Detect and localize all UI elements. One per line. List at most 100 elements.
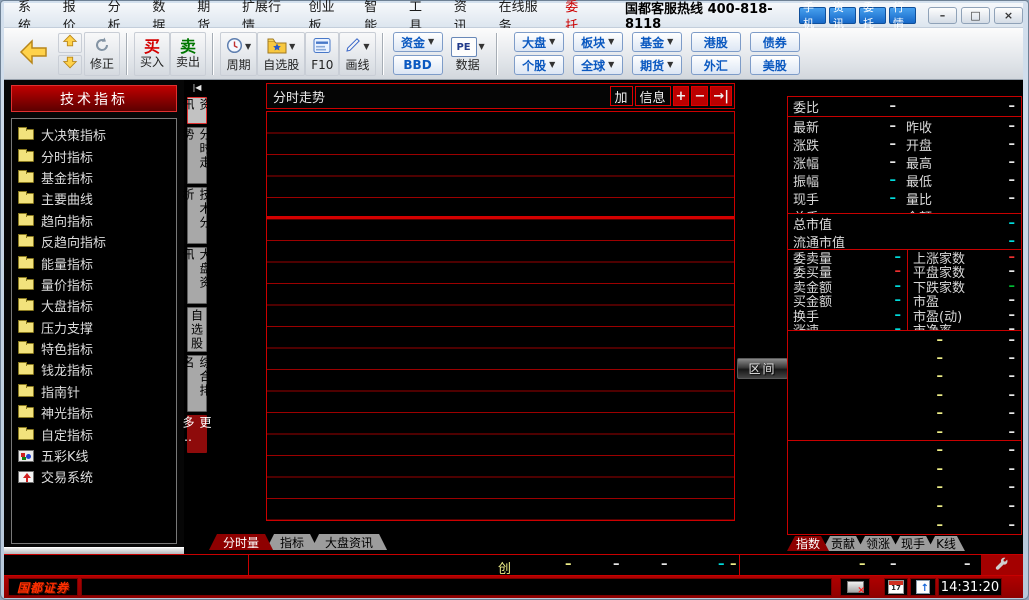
list-item[interactable]: 指南针 [18,381,176,402]
market-bankuai-button[interactable]: 板块▼ [573,32,623,52]
range-button[interactable]: 区间 [737,358,788,379]
pe-icon: PE [451,37,477,57]
calendar-button[interactable]: 17 [884,578,908,596]
back-button[interactable] [12,32,56,76]
period-button[interactable]: ▼ 周期 [220,32,257,76]
market-global-button[interactable]: 全球▼ [573,55,623,75]
correct-button[interactable]: 修正 [84,32,120,76]
add-indicator-button[interactable]: 加 [610,86,633,106]
zoom-in-button[interactable]: + [673,86,690,106]
quote-index-section: –– –– –– –– –– [787,440,1022,535]
chart-bottom-tabs: 分时量 指标 大盘资讯 [209,534,380,550]
back-arrow-icon [17,37,51,71]
list-item[interactable]: 特色指标 [18,338,176,359]
rtab-index[interactable]: 指数 [787,536,829,551]
go-end-button[interactable]: →| [710,86,732,106]
list-item[interactable]: 趋向指标 [18,210,176,231]
quick-quotes-button[interactable]: 行情 [889,7,916,24]
zoom-out-button[interactable]: − [691,86,708,106]
list-item[interactable]: 压力支撑 [18,317,176,338]
draw-line-button[interactable]: ▼ 画线 [339,32,375,76]
buy-button[interactable]: 买 买入 [134,32,170,76]
list-item[interactable]: 钱龙指标 [18,359,176,380]
quick-mobile-button[interactable]: 手机 [799,7,826,24]
tab-indicator[interactable]: 指标 [266,534,318,550]
rtab-contribution[interactable]: 贡献 [822,536,864,551]
list-item[interactable]: 分时指标 [18,145,176,166]
collapse-panel-icon[interactable]: |◀ [193,83,202,95]
upload-report-button[interactable] [910,578,936,596]
close-button[interactable]: × [994,7,1023,24]
quote-value: – [852,99,896,114]
market-dapan-button[interactable]: 大盘▼ [514,32,564,52]
folder-icon [18,151,34,162]
market-futures-button[interactable]: 期货▼ [632,55,682,75]
folder-icon [18,429,34,440]
quick-news-button[interactable]: 资讯 [829,7,856,24]
dropdown-icon[interactable]: ▼ [479,43,485,51]
list-item[interactable]: 大盘指标 [18,295,176,316]
sidebar-title: 技术指标 [11,85,177,112]
vtab-more[interactable]: 更多‥ [187,415,207,453]
funds-button[interactable]: 资金 ▼ [393,32,443,52]
bbd-button[interactable]: BBD [393,55,443,75]
sell-button[interactable]: 卖 卖出 [170,32,206,76]
quick-entrust-button[interactable]: 委托 [859,7,886,24]
vtab-ranking[interactable]: 综合排名 [187,355,207,412]
down-button[interactable] [58,55,82,75]
tab-volume[interactable]: 分时量 [209,534,273,550]
market-hk-button[interactable]: 港股 [691,32,741,52]
list-item[interactable]: 五彩K线 [18,445,176,466]
vtab-market-news[interactable]: 大盘资讯 [187,247,207,304]
separator [126,33,128,75]
rtab-current-volume[interactable]: 现手 [892,536,934,551]
settings-wrench-button[interactable] [981,555,1023,575]
app-window: 系统 报价 分析 数据 期货 扩展行情 创业板 智能 工具 资讯 在线服务 委托… [0,0,1029,600]
market-forex-button[interactable]: 外汇 [691,55,741,75]
folder-icon [18,322,34,333]
dropdown-icon[interactable]: ▼ [245,43,251,51]
market-bond-button[interactable]: 债券 [750,32,800,52]
f10-button[interactable]: F10 [305,32,339,76]
list-item[interactable]: 基金指标 [18,167,176,188]
market-fund-button[interactable]: 基金▼ [632,32,682,52]
folder-icon [18,193,34,204]
list-item[interactable]: 自定指标 [18,423,176,444]
toolbar: 修正 买 买入 卖 卖出 ▼ 周期 ▼ 自选股 F10 [4,28,1023,80]
dropdown-icon[interactable]: ▼ [363,43,369,51]
list-item[interactable]: 量价指标 [18,274,176,295]
clock-icon [226,37,243,58]
kline-icon [18,450,34,462]
list-item[interactable]: 反趋向指标 [18,231,176,252]
quote-weibi-section: 委比 – – [787,96,1022,117]
vtab-news[interactable]: 资讯 [187,97,207,124]
connection-status-button[interactable] [840,578,870,596]
brand-logo: 国都证券 [17,579,69,596]
intraday-chart-plot[interactable] [266,111,735,521]
vtab-watchlist[interactable]: 自选股 [187,307,207,352]
market-stock-button[interactable]: 个股▼ [514,55,564,75]
list-item[interactable]: 神光指标 [18,402,176,423]
rtab-kline[interactable]: K线 [927,536,965,551]
list-item[interactable]: 大决策指标 [18,124,176,145]
pe-data-button[interactable]: PE ▼ 数据 [446,32,490,76]
brand-box: 国都证券 [8,578,78,596]
tab-market-news[interactable]: 大盘资讯 [311,534,387,550]
list-item[interactable]: 主要曲线 [18,188,176,209]
maximize-button[interactable]: □ [961,7,990,24]
list-item[interactable]: 能量指标 [18,252,176,273]
titlebar: 系统 报价 分析 数据 期货 扩展行情 创业板 智能 工具 资讯 在线服务 委托… [4,3,1023,28]
separator [382,33,384,75]
right-panel-tabs: 指数 贡献 领涨 现手 K线 [787,536,958,551]
rtab-leaders[interactable]: 领涨 [857,536,899,551]
market-us-button[interactable]: 美股 [750,55,800,75]
separator [212,33,214,75]
list-item[interactable]: 交易系统 [18,466,176,487]
info-button[interactable]: 信息 [635,86,671,106]
up-button[interactable] [58,33,82,53]
minimize-button[interactable]: – [928,7,957,24]
vtab-technical[interactable]: 技术分析 [187,187,207,244]
watchlist-button[interactable]: ▼ 自选股 [257,32,305,76]
dropdown-icon[interactable]: ▼ [289,43,295,51]
vtab-intraday[interactable]: 分时走势 [187,127,207,184]
